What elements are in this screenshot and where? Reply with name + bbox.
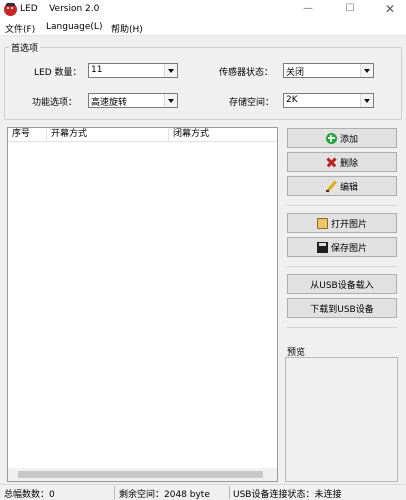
delete-icon — [326, 157, 337, 168]
preview-area — [285, 357, 398, 482]
load-from-usb-button[interactable]: 从USB设备载入 — [287, 274, 397, 294]
chevron-down-icon[interactable] — [360, 94, 373, 107]
horizontal-scrollbar[interactable] — [8, 468, 277, 481]
status-bar: 总幅数数：0 剩余空间：2048 byte USB设备连接状态：未连接 — [0, 484, 406, 500]
open-image-button-label: 打开图片 — [330, 219, 367, 230]
save-image-button-label: 保存图片 — [330, 243, 367, 254]
scrollbar-thumb[interactable] — [18, 471, 263, 478]
menu-bar: 文件(F) Language(L) 帮助(H) — [0, 19, 406, 36]
function-option-select[interactable]: 高速旋转 — [88, 93, 178, 108]
window-title: LED Version 2.0 — [20, 4, 100, 14]
edit-button-label: 编辑 — [339, 182, 358, 193]
storage-space-value: 2K — [286, 95, 298, 105]
title-bar: LED Version 2.0 — ☐ ✕ — [0, 0, 406, 19]
edit-button[interactable]: 编辑 — [287, 176, 397, 196]
menu-file[interactable]: 文件(F) — [5, 22, 35, 35]
menu-help[interactable]: 帮助(H) — [111, 22, 143, 35]
sensor-status-label: 传感器状态： — [219, 68, 274, 78]
separator — [287, 327, 397, 328]
maximize-button[interactable]: ☐ — [330, 1, 370, 18]
led-count-label: LED 数量： — [34, 68, 82, 78]
preferences-legend: 首选项 — [9, 41, 41, 54]
delete-button-label: 删除 — [339, 158, 358, 169]
open-image-button[interactable]: 打开图片 — [287, 213, 397, 233]
add-button-label: 添加 — [339, 134, 358, 145]
status-divider — [114, 486, 115, 499]
column-header-open-mode[interactable]: 开幕方式 — [47, 128, 169, 142]
separator — [287, 205, 397, 206]
sensor-status-select[interactable]: 关闭 — [283, 63, 374, 78]
preferences-group — [4, 47, 402, 120]
storage-space-select[interactable]: 2K — [283, 93, 374, 108]
sensor-status-value: 关闭 — [286, 68, 305, 78]
app-logo-icon — [4, 3, 17, 16]
pencil-icon — [325, 181, 337, 192]
close-button[interactable]: ✕ — [370, 1, 406, 18]
chevron-down-icon[interactable] — [164, 64, 177, 77]
chevron-down-icon[interactable] — [360, 64, 373, 77]
chevron-down-icon[interactable] — [164, 94, 177, 107]
status-total-slides: 总幅数数：0 — [4, 490, 55, 500]
floppy-disk-icon — [316, 241, 328, 253]
function-option-label: 功能选项： — [32, 98, 78, 108]
add-button[interactable]: 添加 — [287, 128, 397, 148]
status-free-space: 剩余空间：2048 byte — [119, 490, 210, 500]
add-icon — [325, 132, 337, 144]
status-usb-connection: USB设备连接状态：未连接 — [233, 490, 342, 500]
storage-space-label: 存储空间： — [229, 98, 275, 108]
function-option-value: 高速旋转 — [91, 98, 128, 108]
status-divider — [229, 486, 230, 499]
minimize-button[interactable]: — — [288, 1, 328, 18]
download-to-usb-button[interactable]: 下载到USB设备 — [287, 298, 397, 318]
led-count-value: 11 — [91, 65, 103, 75]
menu-language[interactable]: Language(L) — [46, 22, 102, 32]
separator — [287, 266, 397, 267]
save-image-button[interactable]: 保存图片 — [287, 237, 397, 257]
slide-list[interactable]: 序号 开幕方式 闭幕方式 — [7, 127, 278, 482]
delete-button[interactable]: 删除 — [287, 152, 397, 172]
column-header-index[interactable]: 序号 — [8, 128, 47, 142]
led-count-select[interactable]: 11 — [88, 63, 178, 78]
folder-open-icon — [316, 217, 328, 229]
column-header-close-mode[interactable]: 闭幕方式 — [169, 128, 277, 142]
